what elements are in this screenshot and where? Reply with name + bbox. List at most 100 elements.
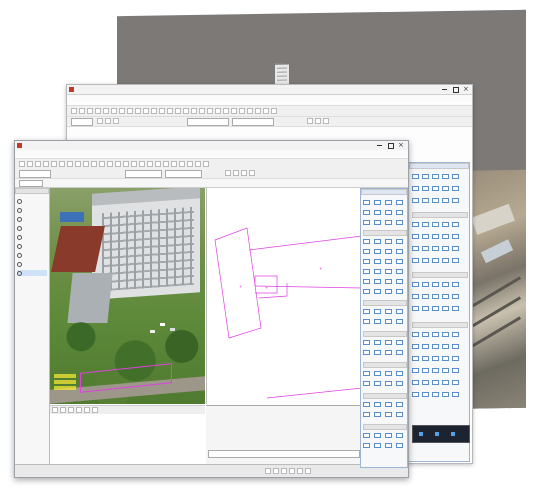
tool-icon[interactable]: [199, 108, 205, 114]
close-icon[interactable]: ×: [463, 85, 469, 93]
tool-icon[interactable]: [83, 161, 89, 167]
palette-tool-icon[interactable]: [432, 222, 439, 227]
layer-row-selected[interactable]: [17, 270, 47, 276]
palette-tool-icon[interactable]: [452, 234, 459, 239]
palette-tool-icon[interactable]: [396, 402, 403, 407]
tool-icon[interactable]: [215, 108, 221, 114]
status-toggle-icon[interactable]: [305, 468, 311, 474]
eye-icon[interactable]: [17, 199, 22, 204]
palette-tool-icon[interactable]: [422, 222, 429, 227]
palette-tool-icon[interactable]: [452, 294, 459, 299]
tool-icon[interactable]: [95, 108, 101, 114]
eye-icon[interactable]: [17, 208, 22, 213]
palette-tool-icon[interactable]: [412, 198, 419, 203]
palette-tool-icon[interactable]: [374, 371, 381, 376]
palette-tool-icon[interactable]: [442, 246, 449, 251]
tool-icon[interactable]: [113, 118, 119, 124]
tool-icon[interactable]: [255, 108, 261, 114]
palette-tool-icon[interactable]: [396, 350, 403, 355]
tool-icon[interactable]: [97, 118, 103, 124]
palette-tool-icon[interactable]: [442, 174, 449, 179]
tool-icon[interactable]: [127, 108, 133, 114]
tool-icon[interactable]: [171, 161, 177, 167]
palette-tool-icon[interactable]: [385, 289, 392, 294]
palette-tool-icon[interactable]: [396, 279, 403, 284]
tool-icon[interactable]: [249, 170, 255, 176]
palette-tool-icon[interactable]: [452, 198, 459, 203]
tool-icon[interactable]: [75, 161, 81, 167]
palette-tool-icon[interactable]: [422, 392, 429, 397]
layer-row[interactable]: [17, 207, 47, 213]
palette-tool-icon[interactable]: [363, 402, 370, 407]
combo-b[interactable]: [187, 118, 229, 126]
tool-icon[interactable]: [135, 108, 141, 114]
palette-tool-icon[interactable]: [363, 249, 370, 254]
close-icon[interactable]: ×: [398, 141, 404, 149]
palette-tool-icon[interactable]: [412, 294, 419, 299]
palette-tool-icon[interactable]: [442, 380, 449, 385]
maximize-icon[interactable]: [453, 87, 459, 93]
tool-icon[interactable]: [52, 407, 58, 413]
palette-tool-icon[interactable]: [385, 433, 392, 438]
layer-row[interactable]: [17, 261, 47, 267]
palette-tool-icon[interactable]: [452, 186, 459, 191]
palette-tool-icon[interactable]: [442, 356, 449, 361]
palette-tool-icon[interactable]: [432, 198, 439, 203]
palette-tool-icon[interactable]: [385, 381, 392, 386]
tool-icon[interactable]: [239, 108, 245, 114]
palette-tool-icon[interactable]: [452, 344, 459, 349]
tool-icon[interactable]: [231, 108, 237, 114]
palette-tool-icon[interactable]: [385, 350, 392, 355]
combo-a[interactable]: [71, 118, 93, 126]
palette-tool-icon[interactable]: [396, 239, 403, 244]
tool-icon[interactable]: [223, 108, 229, 114]
palette-tool-icon[interactable]: [412, 246, 419, 251]
palette-tool-icon[interactable]: [385, 200, 392, 205]
tool-icon[interactable]: [143, 108, 149, 114]
tool-icon[interactable]: [139, 161, 145, 167]
palette-tool-icon[interactable]: [442, 234, 449, 239]
tool-icon[interactable]: [179, 161, 185, 167]
palette-tool-icon[interactable]: [422, 332, 429, 337]
palette-tool-icon[interactable]: [396, 210, 403, 215]
layer-row[interactable]: [17, 234, 47, 240]
tool-icon[interactable]: [87, 108, 93, 114]
palette-tool-icon[interactable]: [385, 239, 392, 244]
combo-box[interactable]: [125, 170, 162, 178]
tool-icon[interactable]: [71, 108, 77, 114]
palette-tool-icon[interactable]: [452, 222, 459, 227]
palette-tool-icon[interactable]: [374, 443, 381, 448]
palette-tool-icon[interactable]: [385, 412, 392, 417]
tool-icon[interactable]: [67, 161, 73, 167]
palette-tool-icon[interactable]: [442, 344, 449, 349]
tool-icon[interactable]: [233, 170, 239, 176]
tool-icon[interactable]: [27, 161, 33, 167]
palette-tool-icon[interactable]: [396, 412, 403, 417]
palette-tool-icon[interactable]: [442, 368, 449, 373]
palette-tool-icon[interactable]: [432, 368, 439, 373]
palette-tool-icon[interactable]: [374, 381, 381, 386]
palette-tool-icon[interactable]: [442, 282, 449, 287]
tool-icon[interactable]: [307, 118, 313, 124]
palette-tool-icon[interactable]: [432, 344, 439, 349]
tool-icon[interactable]: [151, 108, 157, 114]
palette-tool-icon[interactable]: [363, 433, 370, 438]
tool-icon[interactable]: [263, 108, 269, 114]
palette-tool-icon[interactable]: [385, 402, 392, 407]
tool-icon[interactable]: [323, 118, 329, 124]
palette-tool-icon[interactable]: [396, 220, 403, 225]
palette-tool-icon[interactable]: [396, 340, 403, 345]
palette-tool-icon[interactable]: [422, 186, 429, 191]
palette-tool-icon[interactable]: [363, 269, 370, 274]
palette-tool-icon[interactable]: [396, 443, 403, 448]
palette-tool-icon[interactable]: [374, 239, 381, 244]
palette-tool-icon[interactable]: [412, 174, 419, 179]
palette-tool-icon[interactable]: [396, 269, 403, 274]
eye-icon[interactable]: [17, 217, 22, 222]
combo-box[interactable]: [165, 170, 202, 178]
palette-tool-icon[interactable]: [385, 220, 392, 225]
tool-icon[interactable]: [84, 407, 90, 413]
eye-icon[interactable]: [17, 226, 22, 231]
command-input[interactable]: [208, 450, 360, 458]
tool-icon[interactable]: [163, 161, 169, 167]
